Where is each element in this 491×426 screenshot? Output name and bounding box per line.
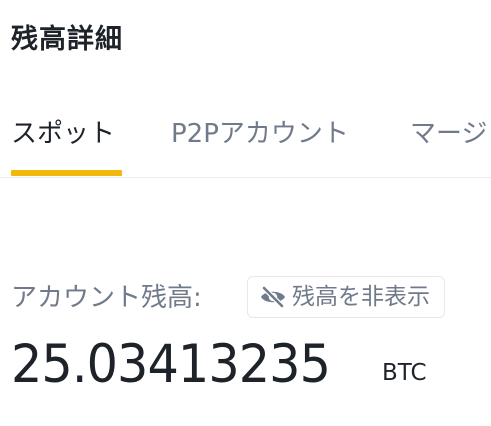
- balance-currency: BTC: [382, 360, 427, 386]
- tab-p2p-account[interactable]: P2Pアカウント: [171, 112, 349, 164]
- balance-value-row: 25.03413235 BTC: [11, 330, 427, 400]
- hide-balance-button[interactable]: 残高を非表示: [247, 276, 445, 318]
- account-balance-label: アカウント残高:: [11, 283, 202, 313]
- tab-margin[interactable]: マージ: [410, 112, 487, 164]
- tabs-divider: [0, 177, 491, 178]
- balance-amount: 25.03413235: [11, 334, 331, 395]
- active-tab-indicator: [11, 170, 122, 176]
- tab-bar: スポット P2Pアカウント マージ: [0, 112, 491, 178]
- eye-slash-icon: [258, 285, 288, 309]
- hide-balance-label: 残高を非表示: [292, 284, 430, 310]
- page-title: 残高詳細: [11, 24, 123, 55]
- tab-spot[interactable]: スポット: [11, 112, 115, 164]
